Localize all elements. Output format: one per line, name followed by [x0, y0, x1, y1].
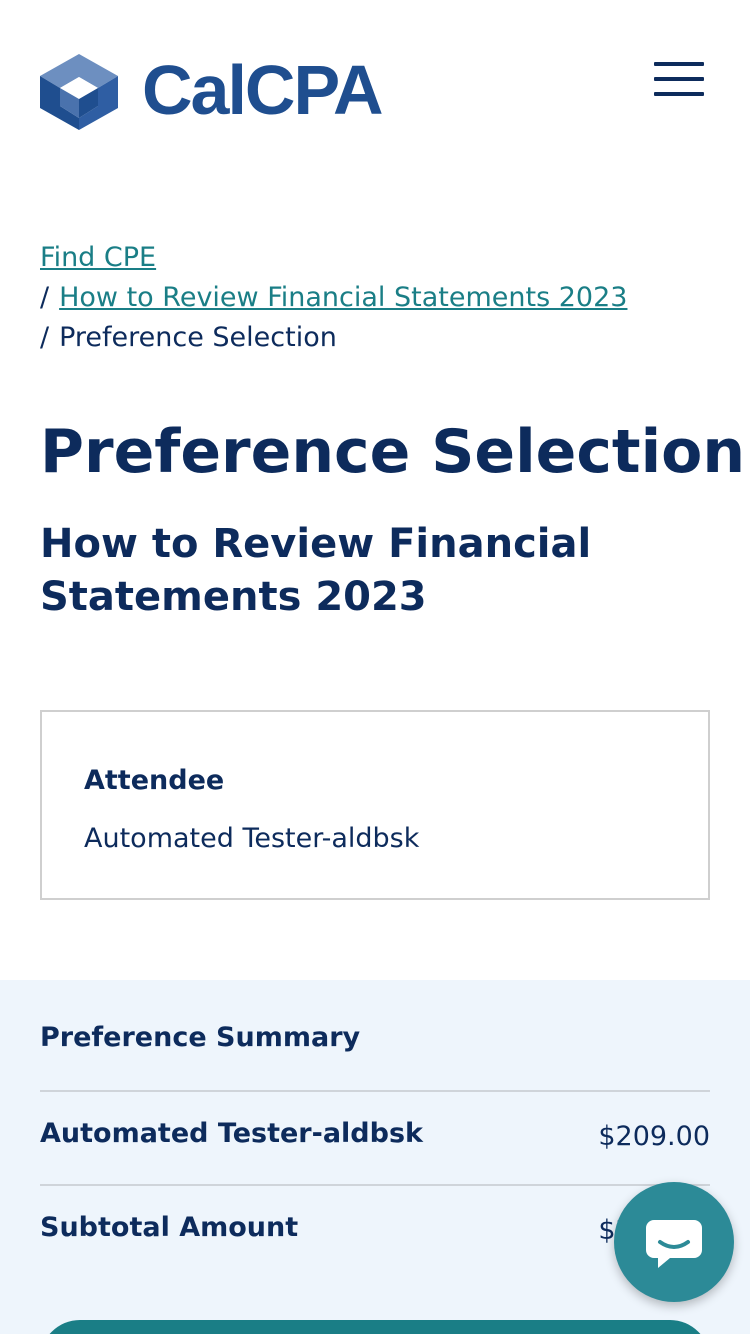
breadcrumb-separator: /: [40, 282, 50, 313]
breadcrumb-row: Find CPE: [40, 238, 710, 278]
chat-button[interactable]: [614, 1182, 734, 1302]
site-header: CalCPA: [0, 0, 750, 180]
breadcrumb-link-course[interactable]: How to Review Financial Statements 2023: [59, 282, 627, 313]
chat-bubble-icon: [646, 1220, 702, 1268]
breadcrumb-current: Preference Selection: [59, 322, 337, 353]
summary-row-value: $209.00: [598, 1121, 710, 1152]
divider: [40, 1090, 710, 1092]
hamburger-icon[interactable]: [654, 62, 704, 96]
continue-button[interactable]: [40, 1320, 710, 1334]
attendee-label: Attendee: [84, 765, 225, 796]
course-title: How to Review Financial Statements 2023: [40, 521, 592, 620]
cube-logo-icon: [40, 54, 118, 130]
breadcrumb-separator: /: [40, 322, 50, 353]
menu-bar: [654, 92, 704, 96]
attendee-card: Attendee Automated Tester-aldbsk: [40, 710, 710, 900]
menu-bar: [654, 62, 704, 66]
breadcrumb: Find CPE / How to Review Financial Statem…: [40, 238, 710, 358]
summary-row-label: Automated Tester-aldbsk: [40, 1118, 423, 1149]
attendee-name: Automated Tester-aldbsk: [84, 823, 420, 854]
breadcrumb-link-find-cpe[interactable]: Find CPE: [40, 242, 156, 273]
breadcrumb-row: / How to Review Financial Statements 2023: [40, 278, 710, 318]
breadcrumb-row: / Preference Selection: [40, 318, 710, 358]
subtotal-label: Subtotal Amount: [40, 1212, 299, 1243]
page: CalCPA Find CPE / How to Review Financial…: [0, 0, 750, 1334]
menu-bar: [654, 77, 704, 81]
divider: [40, 1184, 710, 1186]
logo-text: CalCPA: [142, 51, 384, 129]
summary-title: Preference Summary: [40, 1022, 361, 1053]
calcpa-logo[interactable]: CalCPA: [40, 54, 384, 130]
page-title: Preference Selection: [40, 417, 746, 487]
